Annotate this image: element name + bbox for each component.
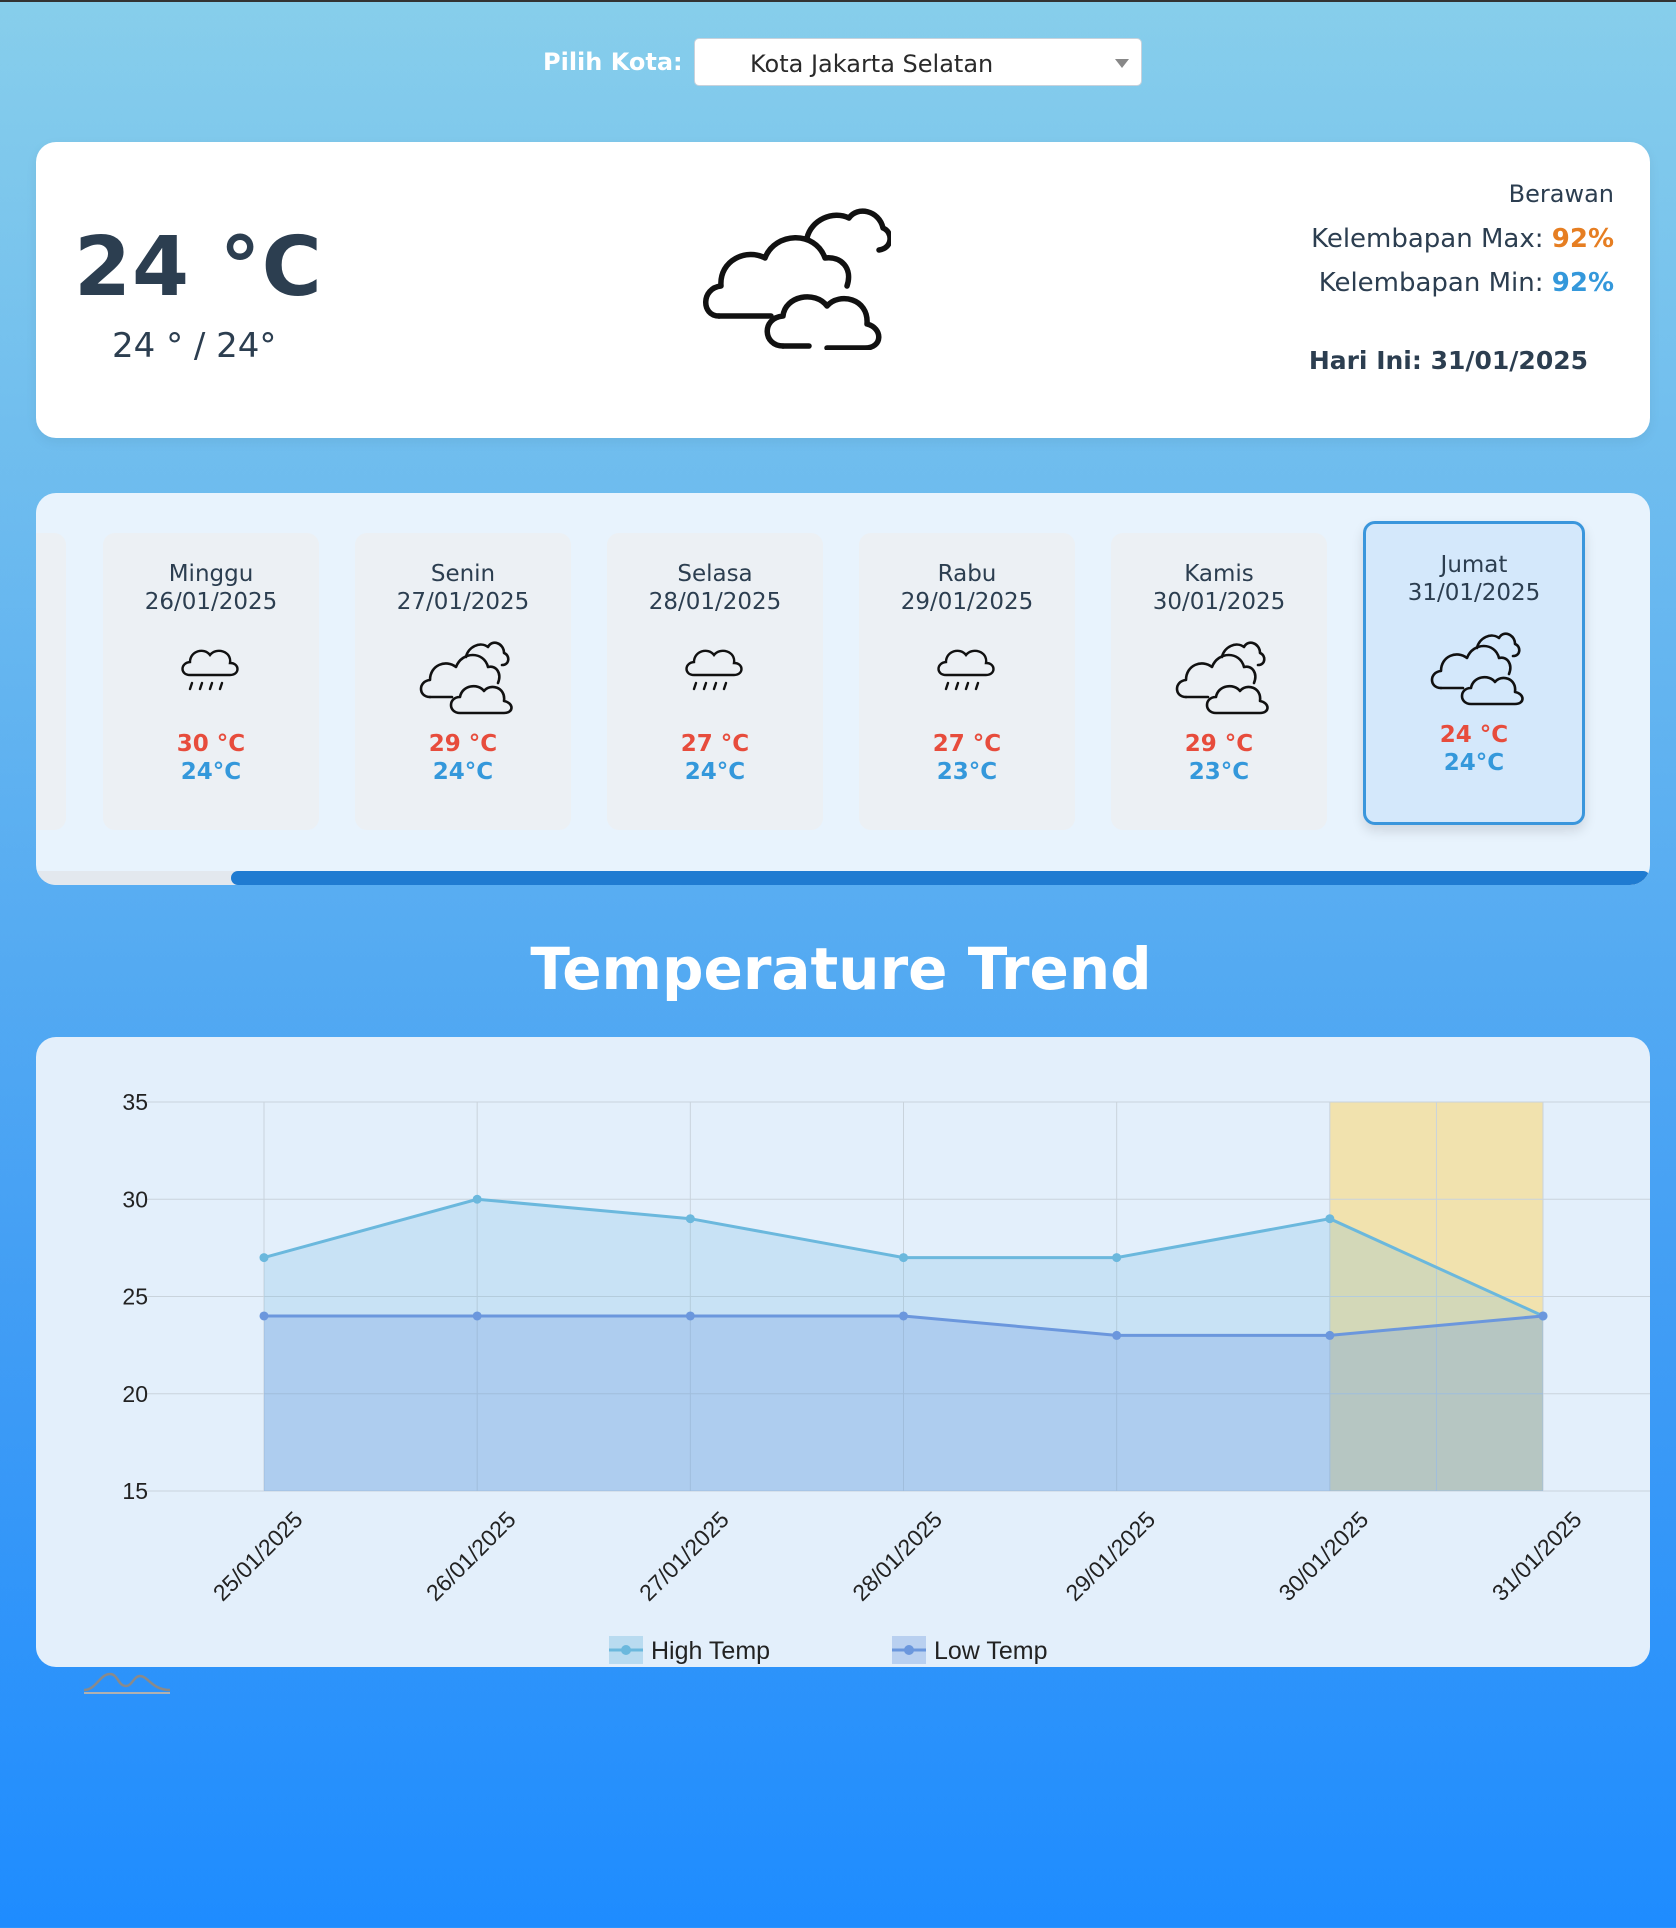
forecast-card-selasa[interactable]: Selasa 28/01/2025 27 °C 24°C (607, 533, 823, 830)
legend-marker (621, 1645, 631, 1655)
logo-icon (83, 1672, 171, 1694)
today-date: Hari Ini: 31/01/2025 (1308, 346, 1588, 375)
data-point (259, 1253, 269, 1263)
forecast-low-temp: 24°C (180, 759, 242, 785)
legend-marker (904, 1645, 914, 1655)
cloudy-icon (1175, 641, 1269, 715)
series-area-1 (264, 1315, 1543, 1491)
forecast-date: 28/01/2025 (648, 589, 782, 615)
chevron-down-icon (1115, 59, 1129, 68)
humidity-min-label: Kelembapan Min: (1318, 268, 1544, 298)
rain-icon (685, 649, 743, 691)
y-tick-label: 35 (122, 1089, 148, 1115)
rain-icon (181, 649, 239, 691)
forecast-day-name: Jumat (1440, 552, 1508, 578)
city-selector-row: Pilih Kota: Kota Jakarta Selatan (0, 38, 1676, 88)
x-tick-label: 28/01/2025 (847, 1506, 947, 1606)
forecast-high-temp: 24 °C (1439, 722, 1509, 748)
humidity-max-label: Kelembapan Max: (1311, 224, 1544, 254)
x-tick-label: 31/01/2025 (1487, 1506, 1587, 1606)
cloudy-icon (419, 641, 513, 715)
data-point (685, 1311, 695, 1321)
forecast-high-temp: 27 °C (932, 731, 1002, 757)
forecast-low-temp: 23°C (1188, 759, 1250, 785)
humidity-min: Kelembapan Min: 92% (1319, 268, 1614, 298)
forecast-date: 27/01/2025 (396, 589, 530, 615)
forecast-date: 26/01/2025 (144, 589, 278, 615)
data-point (472, 1311, 482, 1321)
x-tick-label: 26/01/2025 (421, 1506, 521, 1606)
rain-icon (937, 649, 995, 691)
window-top-border (0, 0, 1676, 2)
forecast-card-minggu[interactable]: Minggu 26/01/2025 30 °C 24°C (103, 533, 319, 830)
forecast-date: 29/01/2025 (900, 589, 1034, 615)
x-tick-label: 30/01/2025 (1274, 1506, 1374, 1606)
humidity-min-value: 92% (1551, 268, 1614, 298)
data-point (472, 1194, 482, 1204)
forecast-card-kamis[interactable]: Kamis 30/01/2025 29 °C 23°C (1111, 533, 1327, 830)
forecast-low-temp: 24°C (1443, 750, 1505, 776)
city-selected-value: Kota Jakarta Selatan (750, 50, 994, 78)
forecast-card-senin[interactable]: Senin 27/01/2025 29 °C 24°C (355, 533, 571, 830)
forecast-day-name: Rabu (937, 561, 997, 587)
forecast-high-temp: 30 °C (176, 731, 246, 757)
x-tick-label: 29/01/2025 (1060, 1506, 1160, 1606)
forecast-low-temp: 24°C (432, 759, 494, 785)
city-label: Pilih Kota: (543, 48, 683, 76)
legend-label: Low Temp (934, 1637, 1048, 1665)
x-tick-label: 25/01/2025 (208, 1506, 308, 1606)
cloudy-icon (703, 208, 891, 350)
legend-label: High Temp (651, 1637, 770, 1665)
forecast-high-temp: 29 °C (428, 731, 498, 757)
forecast-high-temp: 27 °C (680, 731, 750, 757)
data-point (899, 1253, 908, 1263)
forecast-card-rabu[interactable]: Rabu 29/01/2025 27 °C 23°C (859, 533, 1075, 830)
data-point (685, 1214, 695, 1224)
x-tick-label: 27/01/2025 (634, 1506, 734, 1606)
data-point (1325, 1330, 1335, 1340)
forecast-date: 31/01/2025 (1407, 580, 1541, 606)
forecast-strip[interactable]: Minggu 26/01/2025 30 °C 24°C Senin 27/01/2025… (36, 493, 1650, 885)
humidity-max-value: 92% (1551, 224, 1614, 254)
forecast-low-temp: 24°C (684, 759, 746, 785)
forecast-card-jumat[interactable]: Jumat 31/01/2025 24 °C 24°C (1363, 521, 1585, 825)
temperature-chart: 15 20 25 30 35 25/01/2025 26/01/2025 27/01/2025… (36, 1037, 1650, 1667)
forecast-high-temp: 29 °C (1184, 731, 1254, 757)
data-point (259, 1311, 269, 1321)
forecast-day-name: Senin (430, 561, 496, 587)
current-weather-card: 24 °C 24 ° / 24° Berawan Kelembapan Max:… (36, 142, 1650, 438)
city-select[interactable]: Kota Jakarta Selatan (694, 38, 1142, 86)
data-point (1112, 1330, 1122, 1340)
data-point (1538, 1311, 1548, 1321)
y-tick-label: 25 (122, 1284, 148, 1310)
forecast-day-name: Minggu (168, 561, 254, 587)
data-point (1325, 1214, 1335, 1224)
current-temperature: 24 °C (74, 220, 323, 315)
forecast-day-name: Selasa (677, 561, 753, 587)
trend-title: Temperature Trend (530, 935, 1152, 1003)
forecast-card-partial[interactable] (36, 533, 66, 830)
forecast-date: 30/01/2025 (1152, 589, 1286, 615)
current-temp-range: 24 ° / 24° (112, 326, 277, 366)
current-condition: Berawan (1508, 180, 1614, 208)
data-point (899, 1311, 908, 1321)
humidity-max: Kelembapan Max: 92% (1311, 224, 1614, 254)
forecast-day-name: Kamis (1184, 561, 1254, 587)
y-tick-label: 30 (122, 1186, 148, 1212)
temperature-chart-svg: 15 20 25 30 35 25/01/2025 26/01/2025 27/01/2025… (122, 1089, 1650, 1665)
data-point (1112, 1253, 1122, 1263)
forecast-low-temp: 23°C (936, 759, 998, 785)
cloudy-icon (1430, 632, 1524, 706)
y-tick-label: 15 (122, 1478, 148, 1504)
y-tick-label: 20 (122, 1381, 148, 1407)
forecast-scrollbar-thumb[interactable] (231, 871, 1650, 885)
